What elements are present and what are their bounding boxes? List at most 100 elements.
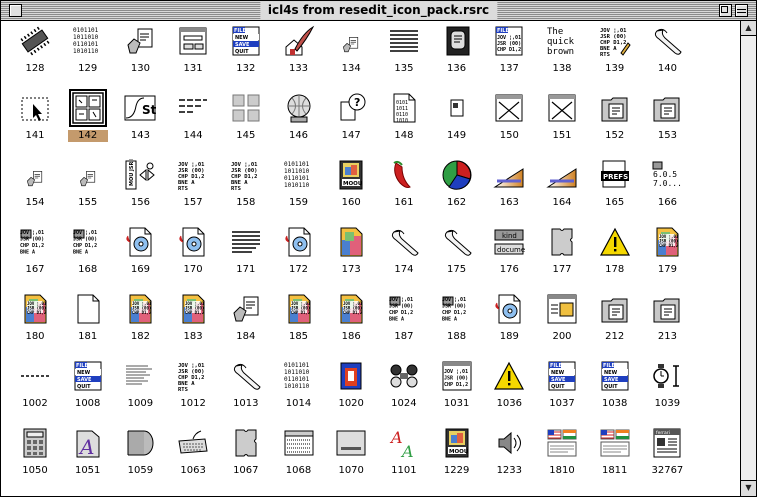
icon-cell-1013[interactable]: 1013 — [216, 350, 276, 418]
scroll-icon[interactable] — [388, 226, 420, 258]
icon-cell-172[interactable]: 172 — [269, 216, 329, 284]
icon-cell-185[interactable]: JOV ¦,01 JSR (00) CHP D1,2 185 — [269, 283, 329, 351]
icon-cell-165[interactable]: PREFS 165 — [585, 149, 645, 217]
icon-cell-1233[interactable]: 1233 — [479, 417, 539, 485]
icon-cell-128[interactable]: 128 — [5, 15, 65, 83]
icon-cell-153[interactable]: 153 — [637, 82, 697, 150]
cd-document-icon[interactable] — [177, 226, 209, 258]
icon-cell-175[interactable]: 175 — [427, 216, 487, 284]
icon-cell-164[interactable]: 164 — [532, 149, 592, 217]
icon-cell-161[interactable]: 161 — [374, 149, 434, 217]
icon-cell-155[interactable]: 155 — [58, 149, 118, 217]
folder-document-icon[interactable] — [599, 293, 631, 325]
icon-cell-200[interactable]: 200 — [532, 283, 592, 351]
icon-cell-187[interactable]: JOV ¦,01 JSR (00) CHP D1,2 BNE A 187 — [374, 283, 434, 351]
house-feather-icon[interactable] — [283, 25, 315, 57]
kind-document-label-icon[interactable]: kind docume — [493, 226, 525, 258]
icon-cell-169[interactable]: 169 — [110, 216, 170, 284]
dark-document-icon[interactable] — [441, 25, 473, 57]
crossed-box-icon[interactable] — [546, 92, 578, 124]
icon-cell-1012[interactable]: JOV ¦,01 JSR (00) CHP D1,2 BNE A RTS 1012 — [163, 350, 223, 418]
zoom-box[interactable] — [719, 4, 732, 17]
collapse-box[interactable] — [735, 4, 748, 17]
keyboard-icon[interactable] — [177, 427, 209, 459]
calculator-icon[interactable] — [19, 427, 51, 459]
small-document-icon[interactable] — [441, 92, 473, 124]
file-menu-icon[interactable]: FILE NEW SAVE QUIT — [230, 25, 262, 57]
prefs-tag-icon[interactable]: PREFS — [599, 159, 631, 191]
icon-cell-1037[interactable]: FILE NEW SAVE QUIT 1037 — [532, 350, 592, 418]
icon-cell-170[interactable]: 170 — [163, 216, 223, 284]
icon-cell-139[interactable]: JOV ¦,01 JSR (00) CHP D1,2 BNE A RTS 139 — [585, 15, 645, 83]
flags-icon[interactable] — [546, 427, 578, 459]
horizontal-lines-icon[interactable] — [388, 25, 420, 57]
version-document-icon[interactable]: 6.0.5 7.0... — [651, 159, 683, 191]
vertical-scrollbar[interactable]: ▲ ▼ — [740, 21, 756, 496]
icon-cell-32767[interactable]: ferrari 32767 — [637, 417, 697, 485]
scroll-down-arrow[interactable]: ▼ — [741, 480, 756, 496]
film-strip-icon[interactable]: MOOU — [441, 427, 473, 459]
icon-cell-168[interactable]: JOV ¦,01 JSR (00) CHP D1,2 BNE A 168 — [58, 216, 118, 284]
code-stack-icon[interactable]: JOV ¦,01 JSR (00) CHP D1,2 BNE A — [72, 226, 104, 258]
color-code-document-icon[interactable]: JOV ¦,01 JSR (00) CHP D1,2 — [651, 226, 683, 258]
icon-cell-189[interactable]: 189 — [479, 283, 539, 351]
puzzle-piece-icon[interactable] — [546, 226, 578, 258]
dashed-line-icon[interactable] — [19, 360, 51, 392]
icon-cell-171[interactable]: 171 — [216, 216, 276, 284]
icon-cell-179[interactable]: JOV ¦,01 JSR (00) CHP D1,2 179 — [637, 216, 697, 284]
color-code-document-icon[interactable]: JOV ¦,01 JSR (00) CHP D1,2 — [19, 293, 51, 325]
color-code-document-icon[interactable]: JOV ¦,01 JSR (00) CHP D1,2 — [177, 293, 209, 325]
binary-page-icon[interactable]: 0101 1011 0110 1010 — [388, 92, 420, 124]
icon-cell-146[interactable]: 146 — [269, 82, 329, 150]
pie-chart-icon[interactable] — [441, 159, 473, 191]
icon-cell-151[interactable]: 151 — [532, 82, 592, 150]
calendar-document-icon[interactable]: ferrari — [651, 427, 683, 459]
icon-cell-178[interactable]: 178 — [585, 216, 645, 284]
icon-cell-166[interactable]: 6.0.5 7.0... 166 — [637, 149, 697, 217]
icon-cell-132[interactable]: FILE NEW SAVE QUIT 132 — [216, 15, 276, 83]
flags-icon[interactable] — [599, 427, 631, 459]
scroll-icon[interactable] — [651, 25, 683, 57]
icon-cell-1229[interactable]: MOOU 1229 — [427, 417, 487, 485]
code-pencil-icon[interactable]: JOV ¦,01 JSR (00) CHP D1,2 BNE A RTS — [599, 25, 631, 58]
chili-pepper-icon[interactable] — [388, 159, 420, 191]
stylus-curve-icon[interactable]: St — [124, 92, 157, 124]
question-document-icon[interactable]: ? — [335, 92, 367, 124]
cd-document-icon[interactable] — [283, 226, 315, 258]
folder-document-icon[interactable] — [651, 92, 683, 124]
puzzle-piece-icon[interactable] — [230, 427, 262, 459]
small-hand-document-icon[interactable] — [19, 159, 51, 191]
cd-document-icon[interactable] — [493, 293, 525, 325]
icon-cell-186[interactable]: JOV ¦,01 JSR (00) CHP D1,2 186 — [321, 283, 381, 351]
four-squares-icon[interactable] — [230, 92, 262, 124]
icon-cell-1031[interactable]: JOV ¦,01 JSR (00) CHP D1,2 1031 — [427, 350, 487, 418]
code-menu-icon[interactable]: FILE JOV ¦,01 JSR (00) CHP D1,2 — [493, 25, 525, 57]
icon-cell-134[interactable]: 134 — [321, 15, 381, 83]
dialog-window-icon[interactable] — [177, 25, 209, 57]
font-document-icon[interactable]: A — [72, 427, 104, 459]
icon-cell-1068[interactable]: 1068 — [269, 417, 329, 485]
code-listing-icon[interactable]: JOV ¦,01 JSR (00) CHP D1,2 BNE A RTS — [177, 360, 209, 393]
icon-cell-136[interactable]: 136 — [427, 15, 487, 83]
icon-cell-142[interactable]: 142 — [58, 82, 118, 150]
scroll-icon[interactable] — [230, 360, 262, 392]
icon-cell-143[interactable]: St 143 — [110, 82, 170, 150]
document-grid-icon[interactable] — [68, 89, 107, 127]
icon-cell-213[interactable]: 213 — [637, 283, 697, 351]
icon-cell-144[interactable]: 144 — [163, 82, 223, 150]
installer-window-icon[interactable] — [546, 293, 578, 325]
hand-document-icon[interactable] — [230, 293, 262, 325]
hand-document-icon[interactable] — [124, 25, 156, 57]
icon-cell-133[interactable]: 133 — [269, 15, 329, 83]
crossed-box-icon[interactable] — [493, 92, 525, 124]
icon-cell-150[interactable]: 150 — [479, 82, 539, 150]
code-stack-icon[interactable]: JOV ¦,01 JSR (00) CHP D1,2 BNE A — [388, 293, 420, 325]
icon-cell-162[interactable]: 162 — [427, 149, 487, 217]
icon-cell-181[interactable]: 181 — [58, 283, 118, 351]
scroll-up-arrow[interactable]: ▲ — [741, 21, 756, 36]
icon-cell-135[interactable]: 135 — [374, 15, 434, 83]
icon-cell-156[interactable]: MOU JSR BNE 156 — [110, 148, 170, 217]
icon-cell-141[interactable]: 141 — [5, 82, 65, 150]
quick-brown-text-icon[interactable]: The quick brown — [546, 25, 578, 57]
binary-text-icon[interactable]: 0101101 1011010 0110101 1010110 — [283, 159, 315, 191]
